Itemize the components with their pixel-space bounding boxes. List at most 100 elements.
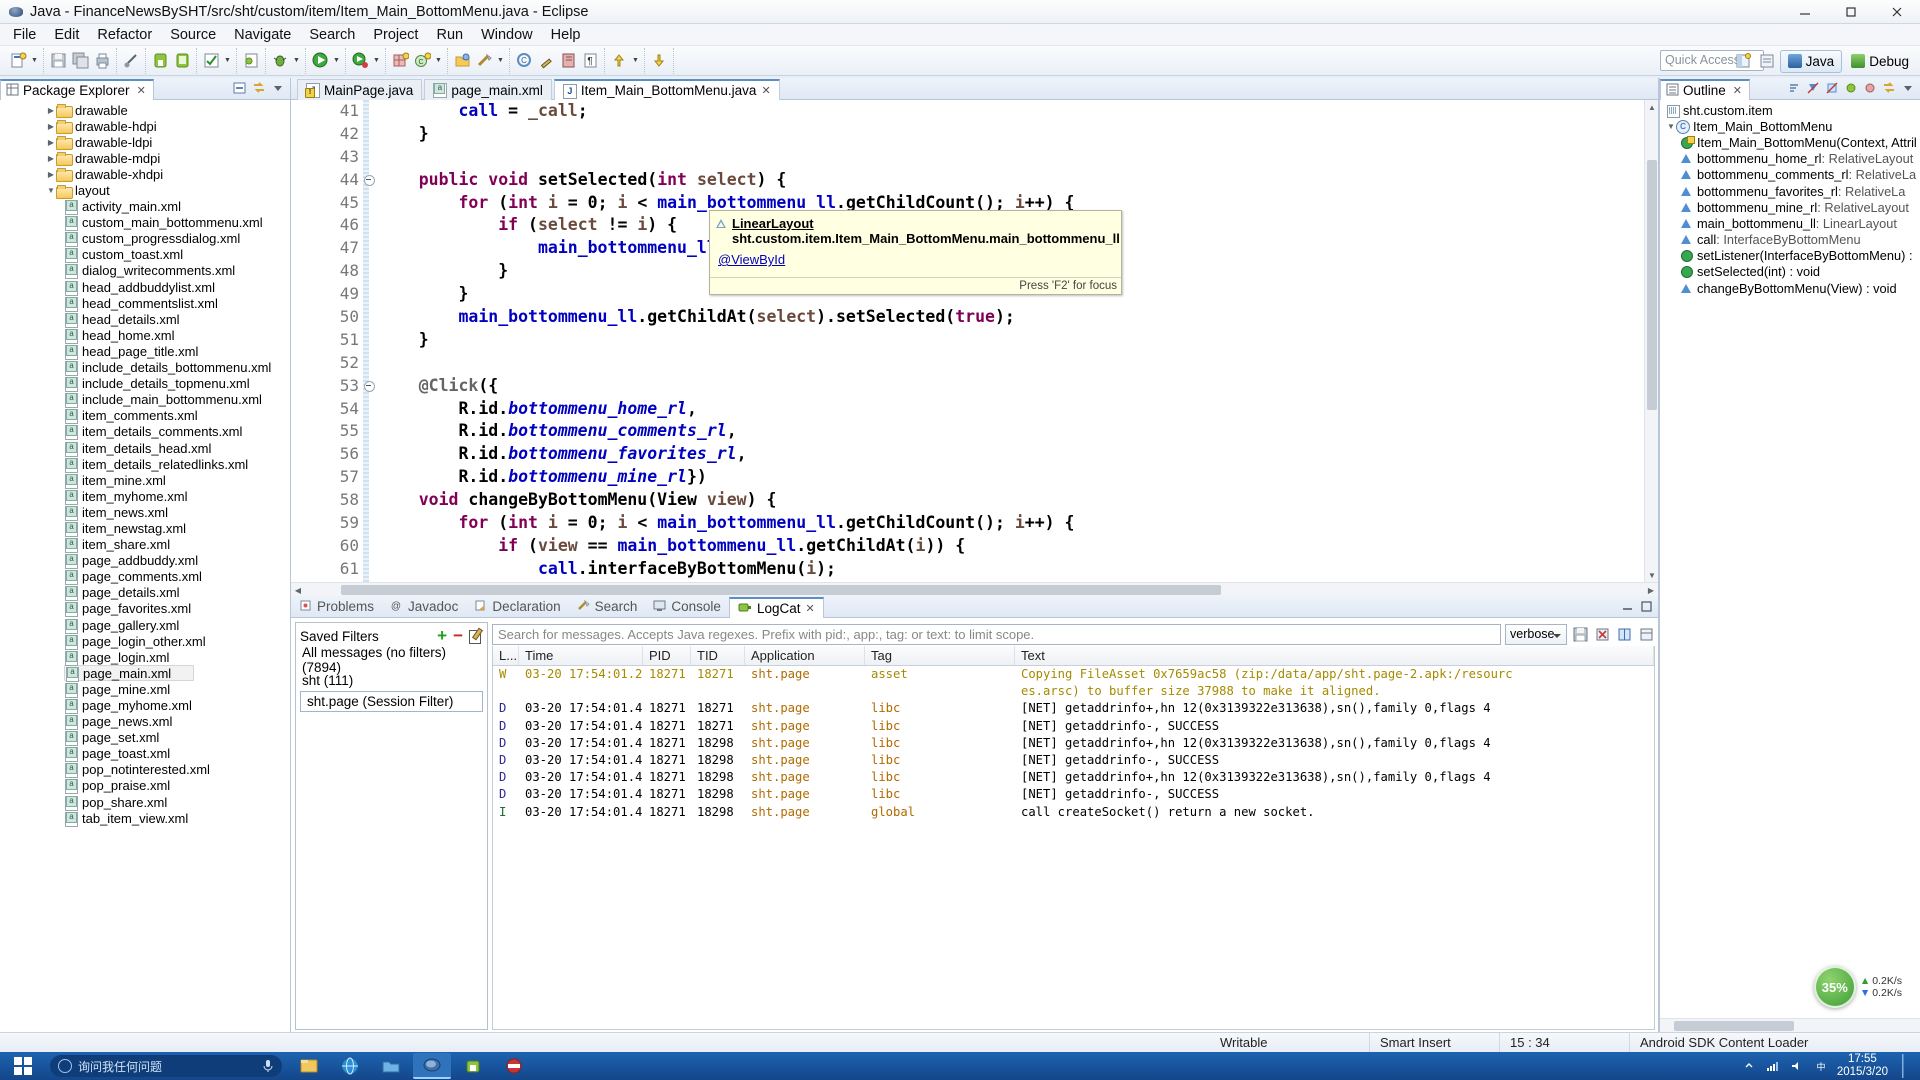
tab-outline[interactable]: Outline ✕	[1660, 79, 1750, 100]
taskbar-clock[interactable]: 17:55 2015/3/20	[1837, 1053, 1888, 1079]
new-dropdown-icon[interactable]: ▼	[29, 49, 40, 73]
code-line[interactable]: main_bottommenu_ll.getChildAt(select).se…	[379, 306, 1658, 329]
start-button[interactable]	[0, 1052, 46, 1080]
tree-row-file[interactable]: item_news.xml	[64, 504, 290, 521]
tree-row-file[interactable]: item_details_comments.xml	[64, 424, 290, 441]
annotation-icon[interactable]	[120, 49, 142, 73]
scroll-up-icon[interactable]: ▲	[1645, 100, 1658, 114]
next-annotation-icon[interactable]: C	[513, 49, 535, 73]
debug-icon[interactable]	[269, 49, 291, 73]
twisty-collapsed-icon[interactable]: ▶	[46, 166, 56, 182]
col-level[interactable]: L...	[493, 646, 519, 665]
tab-problems[interactable]: Problems	[291, 596, 382, 617]
logcat-row[interactable]: I 03-20 17:54:01.451 18271 18298 sht.page glo…	[493, 804, 1654, 821]
code-line[interactable]: void changeByBottomMenu(View view) {	[379, 489, 1658, 512]
run-dropdown-icon[interactable]: ▼	[331, 49, 342, 73]
code-line[interactable]: @Click({	[379, 375, 1658, 398]
logcat-row[interactable]: W 03-20 17:54:01.201 18271 18271 sht.page ass…	[493, 666, 1654, 683]
perspective-list-icon[interactable]	[1756, 49, 1778, 73]
tree-row-file[interactable]: page_toast.xml	[64, 746, 290, 763]
twisty-collapsed-icon[interactable]: ▶	[46, 134, 56, 150]
outline-item[interactable]: sht.custom.item	[1660, 102, 1920, 118]
tree-row-file[interactable]: include_details_bottommenu.xml	[64, 360, 290, 377]
taskbar-file-explorer-icon[interactable]	[290, 1053, 328, 1079]
code-line[interactable]: }	[379, 123, 1658, 146]
outline-item[interactable]: main_bottommenu_ll : LinearLayout	[1660, 215, 1920, 231]
col-tag[interactable]: Tag	[865, 646, 1015, 665]
collapse-all-icon[interactable]	[232, 80, 248, 96]
close-icon[interactable]: ✕	[1733, 84, 1742, 97]
maximize-button[interactable]	[1828, 0, 1874, 24]
tree-row-file[interactable]: activity_main.xml	[64, 199, 290, 216]
tree-row-file[interactable]: include_details_topmenu.xml	[64, 376, 290, 393]
tab-package-explorer[interactable]: Package Explorer ✕	[0, 79, 154, 100]
code-line[interactable]: call.interfaceByBottomMenu(i);	[379, 558, 1658, 581]
scroll-lock-icon[interactable]	[1615, 624, 1633, 644]
tree-row-folder[interactable]: ▶ drawable	[0, 102, 290, 119]
logcat-row[interactable]: D 03-20 17:54:01.441 18271 18298 sht.page lib…	[493, 752, 1654, 769]
code-line[interactable]: R.id.bottommenu_comments_rl,	[379, 420, 1658, 443]
link-with-editor-icon[interactable]	[251, 80, 267, 96]
logcat-search-input[interactable]: Search for messages. Accepts Java regexe…	[492, 623, 1501, 645]
saved-filter-row[interactable]: All messages (no filters) (7894)	[296, 645, 487, 675]
code-line[interactable]: }	[379, 329, 1658, 352]
clear-log-icon[interactable]	[1593, 624, 1611, 644]
tree-row-file[interactable]: dialog_writecomments.xml	[64, 263, 290, 280]
minimize-button[interactable]	[1782, 0, 1828, 24]
outline-item[interactable]: setListener(InterfaceByBottomMenu) :	[1660, 248, 1920, 264]
outline-item[interactable]: bottommenu_comments_rl : RelativeLa	[1660, 167, 1920, 183]
forward-icon[interactable]	[648, 49, 670, 73]
code-line[interactable]: R.id.bottommenu_home_rl,	[379, 398, 1658, 421]
col-text[interactable]: Text	[1015, 646, 1654, 665]
save-icon[interactable]	[47, 49, 69, 73]
check-icon[interactable]	[200, 49, 222, 73]
code-line[interactable]: for (int i = 0; i < main_bottommenu_ll.g…	[379, 512, 1658, 535]
code-line[interactable]: R.id.bottommenu_mine_rl})	[379, 466, 1658, 489]
taskbar-app-icon[interactable]	[495, 1053, 533, 1079]
tree-row-file[interactable]: page_login_other.xml	[64, 633, 290, 650]
edit-filter-icon[interactable]	[469, 629, 483, 644]
twisty-collapsed-icon[interactable]: ▶	[46, 118, 56, 134]
minimize-icon[interactable]	[1619, 598, 1635, 614]
tree-row-file[interactable]: pop_notinterested.xml	[64, 762, 290, 779]
saved-filter-row[interactable]: sht.page (Session Filter)	[300, 691, 483, 712]
close-icon[interactable]: ✕	[805, 602, 814, 615]
tree-row-file[interactable]: page_news.xml	[64, 714, 290, 731]
logcat-table[interactable]: L... Time PID TID Application Tag Text W…	[492, 646, 1655, 1030]
editor-tab-mainpage[interactable]: MainPage.java	[297, 79, 423, 100]
tray-volume-icon[interactable]	[1789, 1058, 1805, 1074]
hide-static-icon[interactable]	[1824, 80, 1840, 96]
tree-row-file[interactable]: item_myhome.xml	[64, 488, 290, 505]
editor-hscroll-thumb[interactable]	[341, 585, 1221, 595]
menu-file[interactable]: File	[4, 25, 45, 45]
taskbar-folder-icon[interactable]	[372, 1053, 410, 1079]
outline-item[interactable]: call : InterfaceByBottomMenu	[1660, 232, 1920, 248]
tree-row-folder[interactable]: ▶ drawable-hdpi	[0, 118, 290, 135]
code-line[interactable]: public void setSelected(int select) {	[379, 169, 1658, 192]
editor-tab-item-main-bottommenu[interactable]: Item_Main_BottomMenu.java ✕	[553, 79, 780, 100]
tree-row-file[interactable]: page_myhome.xml	[64, 697, 290, 715]
tree-row-file[interactable]: page_login.xml	[64, 649, 290, 666]
code-line[interactable]: R.id.bottommenu_favorites_rl,	[379, 443, 1658, 466]
search-tool-icon[interactable]	[473, 49, 495, 73]
col-application[interactable]: Application	[745, 646, 865, 665]
code-line[interactable]	[379, 146, 1658, 169]
new-class-icon[interactable]: C	[411, 49, 433, 73]
tray-expand-icon[interactable]	[1741, 1058, 1757, 1074]
perspective-java[interactable]: Java	[1779, 49, 1843, 73]
perspective-debug[interactable]: Debug	[1844, 50, 1916, 73]
menu-navigate[interactable]: Navigate	[225, 25, 300, 45]
tree-row-file[interactable]: item_details_head.xml	[64, 440, 290, 457]
outline-tree[interactable]: sht.custom.item ▼ Item_Main_BottomMenuItem…	[1660, 100, 1920, 1018]
tree-row-folder[interactable]: ▶ drawable-xhdpi	[0, 166, 290, 183]
microphone-icon[interactable]	[262, 1059, 274, 1073]
editor-horizontal-scrollbar[interactable]: ◀ ▶	[291, 582, 1658, 596]
focus-icon[interactable]	[1881, 80, 1897, 96]
menu-window[interactable]: Window	[472, 25, 542, 45]
display-mode-icon[interactable]	[1637, 624, 1655, 644]
search-dropdown-icon[interactable]: ▼	[495, 49, 506, 73]
tree-row-file[interactable]: page_mine.xml	[64, 681, 290, 698]
print-icon[interactable]	[91, 49, 113, 73]
menu-help[interactable]: Help	[542, 25, 590, 45]
tree-row-file[interactable]: page_comments.xml	[64, 569, 290, 586]
